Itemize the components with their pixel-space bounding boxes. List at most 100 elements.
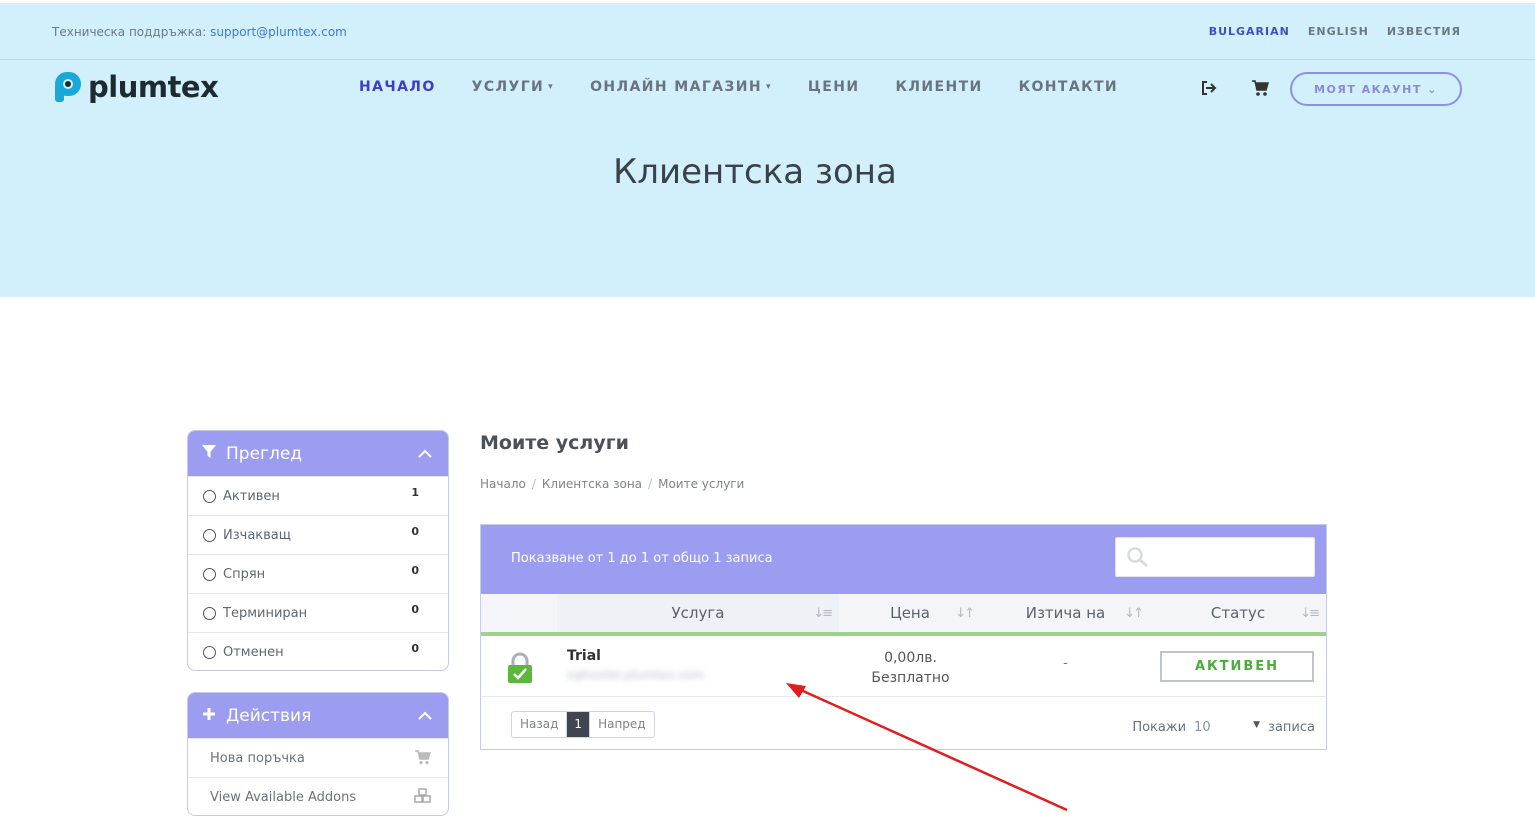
- support-email-link[interactable]: support@plumtex.com: [210, 25, 347, 39]
- table-toolbar: Показване от 1 до 1 от общо 1 записа: [481, 525, 1326, 594]
- logout-icon[interactable]: [1199, 78, 1219, 98]
- page-title: Моите услуги: [480, 432, 629, 454]
- radio-icon: [203, 567, 216, 581]
- pagination-page-1[interactable]: 1: [566, 712, 590, 737]
- chevron-down-icon: ▾: [548, 82, 555, 92]
- actions-panel-header[interactable]: Действия: [188, 693, 448, 738]
- table-info: Показване от 1 до 1 от общо 1 записа: [511, 551, 773, 566]
- sort-icon: ↓↑: [1124, 606, 1144, 621]
- main-nav: НАЧАЛО УСЛУГИ ▾ ОНЛАЙН МАГАЗИН ▾ ЦЕНИ КЛИЕ…: [359, 79, 1118, 95]
- actions-panel: Действия Нова поръчка View Available Add…: [187, 692, 449, 816]
- page-size-label: Покажи: [1132, 720, 1187, 735]
- nav-services[interactable]: УСЛУГИ ▾: [472, 79, 554, 95]
- radio-icon: [203, 489, 216, 503]
- column-service[interactable]: Услуга ↓≡: [557, 594, 839, 636]
- column-status[interactable]: Статус ↓≡: [1150, 594, 1326, 636]
- nav-clients[interactable]: КЛИЕНТИ: [896, 79, 983, 95]
- radio-icon: [203, 528, 216, 542]
- table-header: Услуга ↓≡ Цена ↓↑ Изтича на ↓↑ Статус ↓≡: [481, 594, 1326, 636]
- pagination-prev[interactable]: Назад: [512, 712, 566, 737]
- column-price[interactable]: Цена ↓↑: [839, 594, 981, 636]
- nav-prices-label: ЦЕНИ: [807, 79, 860, 95]
- filter-item-terminated[interactable]: Терминиран 0: [188, 593, 448, 632]
- account-button[interactable]: МОЯТ АКАУНТ ⌄: [1290, 72, 1462, 106]
- cubes-icon: [414, 788, 432, 808]
- column-label: Цена: [890, 604, 930, 622]
- radio-icon: [203, 645, 216, 659]
- green-lock-icon: [507, 652, 533, 688]
- action-label: View Available Addons: [210, 789, 357, 805]
- page-size-select[interactable]: 10 ▼: [1194, 720, 1260, 735]
- filter-item-cancelled[interactable]: Отменен 0: [188, 632, 448, 670]
- sort-icon: ↓≡: [1300, 606, 1320, 621]
- nav-clients-label: КЛИЕНТИ: [895, 79, 983, 95]
- chevron-up-icon[interactable]: [418, 706, 432, 726]
- support-label: Техническа поддръжка:: [52, 25, 207, 39]
- column-label: Статус: [1210, 604, 1266, 622]
- radio-icon: [203, 606, 216, 620]
- nav-shop[interactable]: ОНЛАЙН МАГАЗИН ▾: [590, 79, 772, 95]
- filter-label: Изчакващ: [223, 527, 292, 543]
- filter-icon: [202, 444, 216, 464]
- logo-icon: [54, 71, 84, 103]
- sort-icon: ↓≡: [813, 606, 833, 621]
- table-row[interactable]: Trial sqlhoster.plumtex.com 0,00лв. Безп…: [481, 636, 1326, 697]
- column-label: Изтича на: [1025, 604, 1106, 622]
- action-new-order[interactable]: Нова поръчка: [188, 738, 448, 777]
- action-label: Нова поръчка: [210, 750, 305, 766]
- breadcrumb-client-area[interactable]: Клиентска зона: [542, 477, 642, 491]
- price-amount: 0,00лв.: [884, 650, 937, 666]
- service-name[interactable]: Trial: [567, 648, 601, 664]
- table-search-input[interactable]: [1115, 537, 1315, 577]
- services-table: Показване от 1 до 1 от общо 1 записа Усл…: [480, 524, 1327, 750]
- nav-home[interactable]: НАЧАЛО: [359, 79, 436, 95]
- sort-icon: ↓↑: [955, 606, 975, 621]
- header-hero: Техническа поддръжка: support@plumtex.co…: [0, 3, 1535, 297]
- filter-label: Активен: [223, 488, 280, 504]
- nav-contacts[interactable]: КОНТАКТИ: [1019, 79, 1118, 95]
- page-size-control: Покажи 10 ▼ записа: [1132, 720, 1315, 735]
- filter-item-suspended[interactable]: Спрян 0: [188, 554, 448, 593]
- lang-english[interactable]: ENGLISH: [1308, 25, 1369, 38]
- column-expires[interactable]: Изтича на ↓↑: [981, 594, 1150, 636]
- language-menu: BULGARIAN ENGLISH ИЗВЕСТИЯ: [1209, 25, 1461, 38]
- news-link[interactable]: ИЗВЕСТИЯ: [1387, 25, 1461, 38]
- overview-panel: Преглед Активен 1 Изчакващ 0 Спрян 0 Термин…: [187, 430, 449, 671]
- actions-panel-title: Действия: [226, 705, 312, 726]
- breadcrumb-current: Моите услуги: [658, 477, 745, 491]
- chevron-down-icon: ▾: [766, 82, 772, 92]
- overview-panel-header[interactable]: Преглед: [188, 431, 448, 476]
- filter-count: 0: [411, 603, 419, 616]
- filter-label: Спрян: [223, 566, 266, 582]
- logo[interactable]: plumtex: [54, 70, 219, 104]
- filter-item-active[interactable]: Активен 1: [188, 476, 448, 515]
- breadcrumb-separator: /: [648, 477, 653, 491]
- chevron-down-icon: ▼: [1253, 720, 1261, 730]
- pagination-next[interactable]: Напред: [589, 712, 654, 737]
- breadcrumb-separator: /: [531, 477, 536, 491]
- filter-label: Отменен: [223, 644, 284, 660]
- logo-text: plumtex: [88, 70, 219, 104]
- filter-count: 0: [411, 564, 419, 577]
- support-info: Техническа поддръжка: support@plumtex.co…: [52, 25, 347, 39]
- chevron-up-icon[interactable]: [418, 444, 432, 464]
- column-icon: [481, 594, 557, 636]
- action-view-addons[interactable]: View Available Addons: [188, 777, 448, 815]
- plus-icon: [202, 706, 216, 726]
- filter-count: 1: [411, 486, 419, 499]
- cart-icon[interactable]: [1251, 78, 1271, 98]
- page-hero-title: Клиентска зона: [613, 152, 897, 192]
- breadcrumb: Начало / Клиентска зона / Моите услуги: [480, 477, 744, 491]
- nav-home-label: НАЧАЛО: [359, 79, 436, 95]
- page-size-suffix: записа: [1268, 720, 1315, 735]
- lang-bulgarian[interactable]: BULGARIAN: [1209, 25, 1290, 38]
- filter-item-pending[interactable]: Изчакващ 0: [188, 515, 448, 554]
- nav-prices[interactable]: ЦЕНИ: [808, 79, 860, 95]
- status-badge: АКТИВЕН: [1160, 651, 1314, 682]
- breadcrumb-home[interactable]: Начало: [480, 477, 526, 491]
- pagination: Назад 1 Напред: [511, 711, 655, 738]
- service-expires: -: [1063, 656, 1068, 671]
- nav-contacts-label: КОНТАКТИ: [1018, 79, 1119, 95]
- search-icon: [1126, 546, 1150, 572]
- header-divider: [0, 59, 1535, 60]
